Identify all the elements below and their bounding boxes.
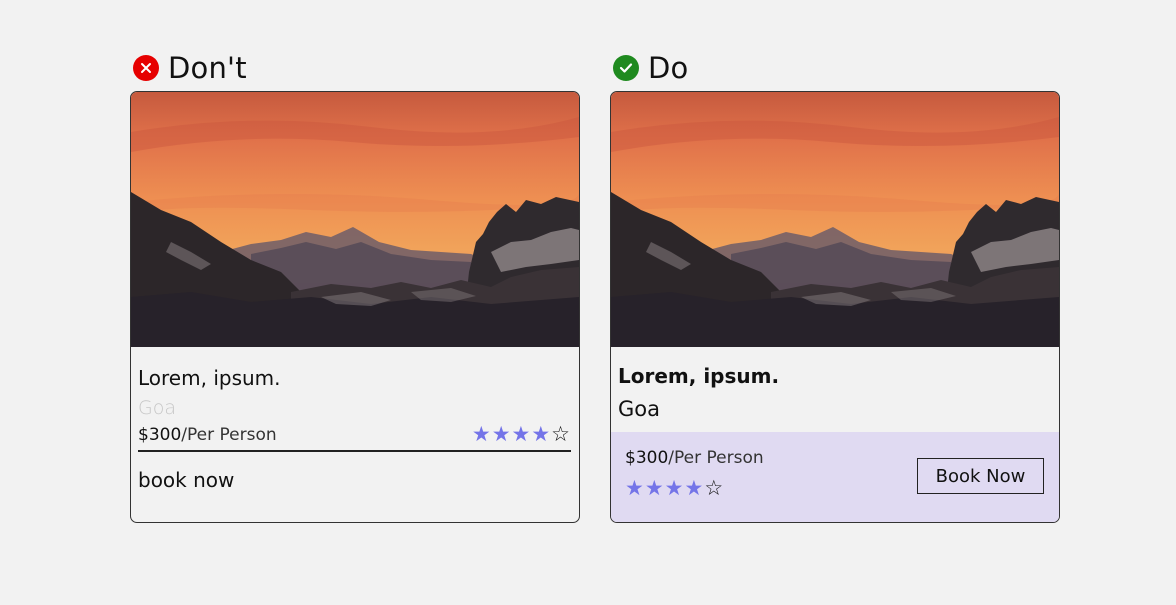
star-icon: ★: [511, 422, 532, 446]
card-title: Lorem, ipsum.: [138, 366, 281, 390]
book-now-button[interactable]: Book Now: [917, 458, 1044, 494]
star-icon: ★: [531, 422, 552, 446]
do-panel: Do Lorem, ipsum. Goa $300/Per Person ★★★…: [610, 50, 1060, 523]
do-card: Lorem, ipsum. Goa $300/Per Person ★★★★☆ …: [610, 91, 1060, 523]
do-heading-label: Do: [648, 51, 689, 85]
star-icon: ★: [664, 476, 685, 500]
card-price: $300/Per Person: [138, 425, 277, 445]
price-unit: /Per Person: [181, 425, 277, 445]
check-circle-icon: [613, 55, 639, 81]
star-icon: ★: [644, 476, 665, 500]
dont-panel: Don't Lorem, ipsum. Goa $300/Per Person …: [130, 50, 580, 523]
card-title: Lorem, ipsum.: [618, 364, 780, 388]
dont-card: Lorem, ipsum. Goa $300/Per Person ★★★★☆ …: [130, 91, 580, 523]
mountain-sunset-photo: [131, 92, 579, 347]
dont-heading-label: Don't: [168, 51, 247, 85]
star-icon: ★: [625, 476, 645, 500]
divider: [138, 450, 571, 452]
card-location: Goa: [618, 397, 660, 421]
book-now-link[interactable]: book now: [138, 468, 571, 492]
star-icon: ★: [471, 422, 492, 446]
price-amount: $300: [625, 448, 669, 468]
price-amount: $300: [138, 425, 182, 445]
rating-stars: ★★★★☆: [472, 423, 571, 445]
do-heading: Do: [613, 50, 1060, 86]
dont-heading: Don't: [133, 50, 580, 86]
card-footer: $300/Per Person ★★★★☆ Book Now: [611, 432, 1059, 522]
card-location: Goa: [138, 397, 176, 419]
star-icon: ★: [491, 422, 512, 446]
star-outline-icon: ☆: [551, 422, 571, 446]
star-outline-icon: ☆: [704, 476, 725, 500]
mountain-sunset-photo: [611, 92, 1059, 347]
close-circle-icon: [133, 55, 159, 81]
star-icon: ★: [684, 476, 705, 500]
price-unit: /Per Person: [668, 448, 764, 468]
